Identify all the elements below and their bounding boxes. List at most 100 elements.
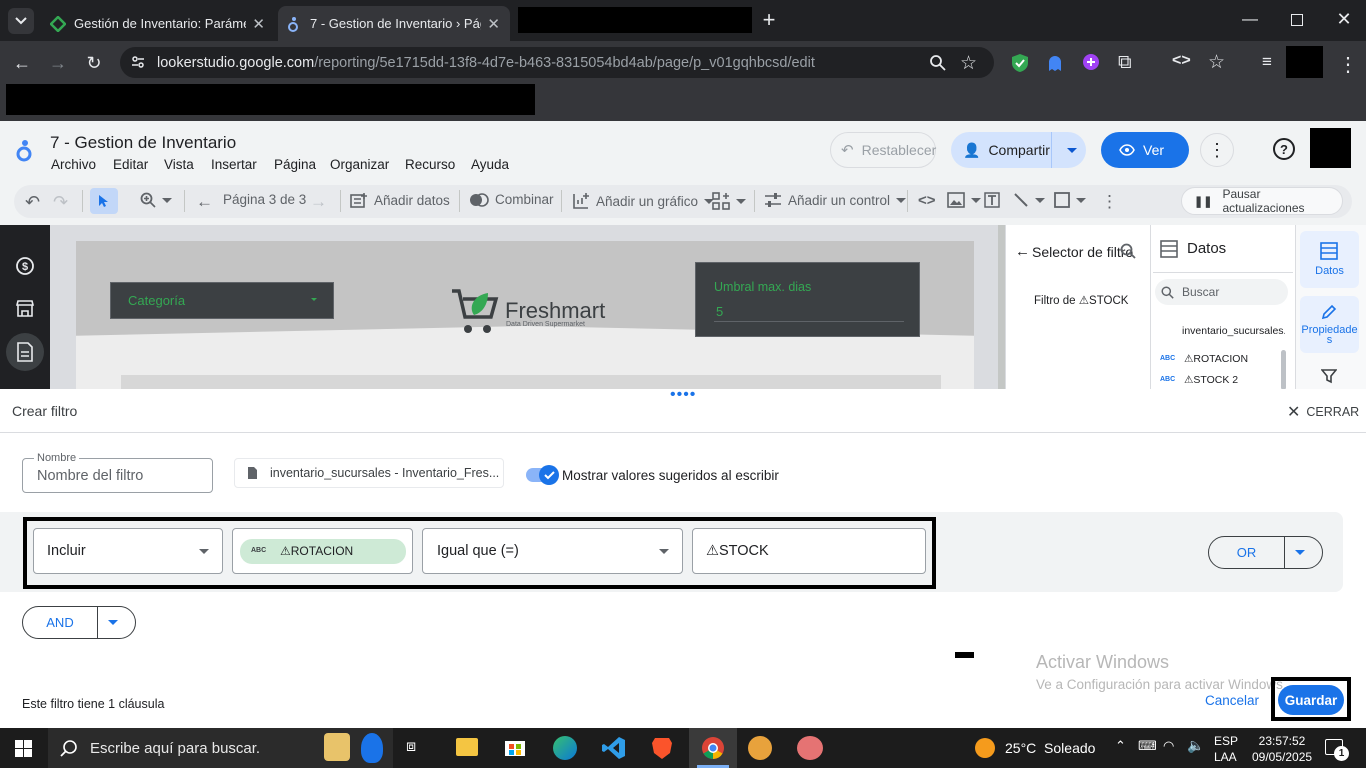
image-tool[interactable] [947, 192, 981, 208]
category-filter-control[interactable]: Categoría [110, 282, 334, 319]
purple-extension-icon[interactable] [1082, 53, 1100, 71]
vscode-icon[interactable] [602, 736, 626, 760]
value-input[interactable]: ⚠STOCK [692, 528, 926, 574]
include-exclude-select[interactable]: Incluir [33, 528, 223, 574]
site-info-icon[interactable] [130, 54, 146, 70]
language-indicator[interactable]: ESP LAA [1214, 733, 1238, 765]
windows-start-icon[interactable] [15, 740, 32, 757]
add-data-button[interactable]: Añadir datos [350, 192, 450, 208]
data-search-input[interactable]: Buscar [1155, 279, 1288, 305]
data-source-name[interactable]: inventario_sucursales... [1182, 325, 1285, 337]
media-queue-icon[interactable]: ≡ [1262, 52, 1272, 72]
keyboard-icon[interactable]: ⌨ [1138, 738, 1157, 754]
chrome-taskbar-active[interactable] [689, 728, 737, 768]
redo-icon[interactable]: ↷ [53, 192, 68, 213]
previous-page-icon[interactable]: ← [196, 192, 213, 212]
new-tab-icon[interactable]: + [758, 7, 780, 32]
tray-chevron-up-icon[interactable]: ⌃ [1115, 738, 1126, 754]
suggest-values-toggle[interactable] [526, 465, 559, 485]
browser-tab-2[interactable]: 7 - Gestion de Inventario › Pági ✕ [278, 6, 510, 41]
back-arrow-icon[interactable]: ← [12, 53, 32, 73]
tab-search-button[interactable] [8, 8, 34, 34]
menu-ayuda[interactable]: Ayuda [471, 157, 509, 172]
weather-text[interactable]: 25°C Soleado [1005, 740, 1095, 756]
shape-tool[interactable] [1054, 192, 1086, 208]
field-item[interactable]: ⚠STOCK 2 [1184, 374, 1238, 386]
field-select[interactable]: ABC ⚠ROTACION [232, 528, 413, 574]
profile-avatar[interactable] [1286, 46, 1323, 78]
forward-arrow-icon[interactable]: → [48, 53, 68, 73]
embed-code-icon[interactable]: <> [918, 192, 936, 209]
add-chart-button[interactable]: Añadir un gráfico [572, 192, 715, 210]
microsoft-store-icon[interactable] [504, 737, 526, 757]
shield-extension-icon[interactable] [1011, 53, 1029, 73]
save-button[interactable]: Guardar [1278, 685, 1344, 715]
blend-button[interactable]: Combinar [469, 192, 554, 207]
threshold-parameter-control[interactable]: Umbral max. dias 5 [695, 262, 920, 337]
add-control-button[interactable]: Añadir un control [764, 192, 907, 208]
zoom-icon[interactable] [929, 54, 946, 71]
menu-vista[interactable]: Vista [164, 157, 194, 172]
add-component-button[interactable] [712, 192, 746, 210]
bookmark-star-icon[interactable]: ☆ [960, 52, 977, 75]
select-tool-button[interactable] [90, 188, 118, 214]
more-tools-icon[interactable]: ⋮ [1101, 192, 1118, 212]
maximize-icon[interactable] [1291, 14, 1303, 26]
data-source-chip[interactable]: inventario_sucursales - Inventario_Fres.… [234, 458, 504, 488]
address-bar[interactable]: lookerstudio.google.com/reporting/5e1715… [120, 47, 994, 78]
back-arrow-icon[interactable]: ← [1015, 243, 1030, 260]
ghost-extension-icon[interactable] [1047, 54, 1063, 72]
close-icon[interactable]: ✕ [481, 15, 500, 33]
side-tab-data[interactable]: Datos [1300, 231, 1359, 288]
browser-tab-1[interactable]: Gestión de Inventario: Parámetr ✕ [40, 6, 275, 41]
snipping-tool-icon[interactable] [797, 736, 823, 760]
data-panel-scrollbar[interactable] [1281, 350, 1286, 390]
brave-browser-icon[interactable] [651, 736, 673, 760]
zoom-tool[interactable] [140, 192, 172, 208]
menu-pagina[interactable]: Página [274, 157, 316, 172]
menu-editar[interactable]: Editar [113, 157, 148, 172]
paint-app-icon[interactable] [748, 736, 772, 760]
report-pages-button[interactable] [6, 333, 44, 371]
pause-updates-button[interactable]: ❚❚ Pausar actualizaciones [1181, 187, 1343, 215]
and-button[interactable]: AND [23, 607, 97, 638]
weather-sun-icon[interactable] [975, 738, 995, 758]
close-icon[interactable]: ✕ [246, 15, 265, 33]
line-tool[interactable] [1013, 192, 1045, 208]
task-view-icon[interactable]: ⧈ [406, 738, 416, 756]
more-options-icon[interactable]: ⋮ [1200, 133, 1234, 167]
canvas-scrollbar[interactable] [998, 225, 1005, 390]
looker-studio-logo-icon[interactable] [16, 138, 36, 162]
user-avatar[interactable] [1310, 128, 1351, 168]
minimize-icon[interactable]: — [1240, 10, 1260, 30]
notifications-icon[interactable]: 1 [1325, 739, 1349, 761]
filter-name-input[interactable]: Nombre Nombre del filtro [22, 452, 213, 493]
share-dropdown-caret[interactable] [1067, 148, 1077, 153]
store-icon[interactable] [15, 299, 35, 317]
and-dropdown-caret[interactable] [108, 620, 118, 625]
menu-insertar[interactable]: Insertar [211, 157, 257, 172]
view-button[interactable]: Ver [1101, 132, 1189, 168]
reset-button[interactable]: ↶ Restablecer [830, 132, 936, 168]
filter-name[interactable]: Filtro de ⚠STOCK [1034, 293, 1128, 307]
menu-archivo[interactable]: Archivo [51, 157, 96, 172]
or-button[interactable]: OR [1209, 537, 1284, 568]
resize-handle-icon[interactable]: •••• [670, 386, 696, 404]
field-item[interactable]: ⚠ROTACION [1184, 353, 1248, 365]
edge-browser-icon[interactable] [553, 736, 577, 760]
menu-organizar[interactable]: Organizar [330, 157, 389, 172]
report-title[interactable]: 7 - Gestion de Inventario [50, 133, 236, 153]
devtools-code-icon[interactable]: <> [1172, 52, 1191, 70]
or-dropdown-caret[interactable] [1295, 550, 1305, 555]
operator-select[interactable]: Igual que (=) [422, 528, 683, 574]
close-editor-button[interactable]: ✕ CERRAR [1287, 402, 1359, 422]
filter-funnel-icon[interactable] [1321, 368, 1337, 384]
extensions-puzzle-icon[interactable]: ⧉ [1118, 52, 1132, 74]
text-tool[interactable] [984, 192, 1000, 208]
side-tab-properties[interactable]: Propiedades [1300, 296, 1359, 353]
menu-recurso[interactable]: Recurso [405, 157, 455, 172]
undo-icon[interactable]: ↶ [25, 192, 40, 213]
favorites-icon[interactable]: ☆ [1208, 51, 1225, 74]
dollar-icon[interactable]: $ [15, 256, 35, 276]
clock[interactable]: 23:57:52 09/05/2025 [1252, 733, 1312, 765]
